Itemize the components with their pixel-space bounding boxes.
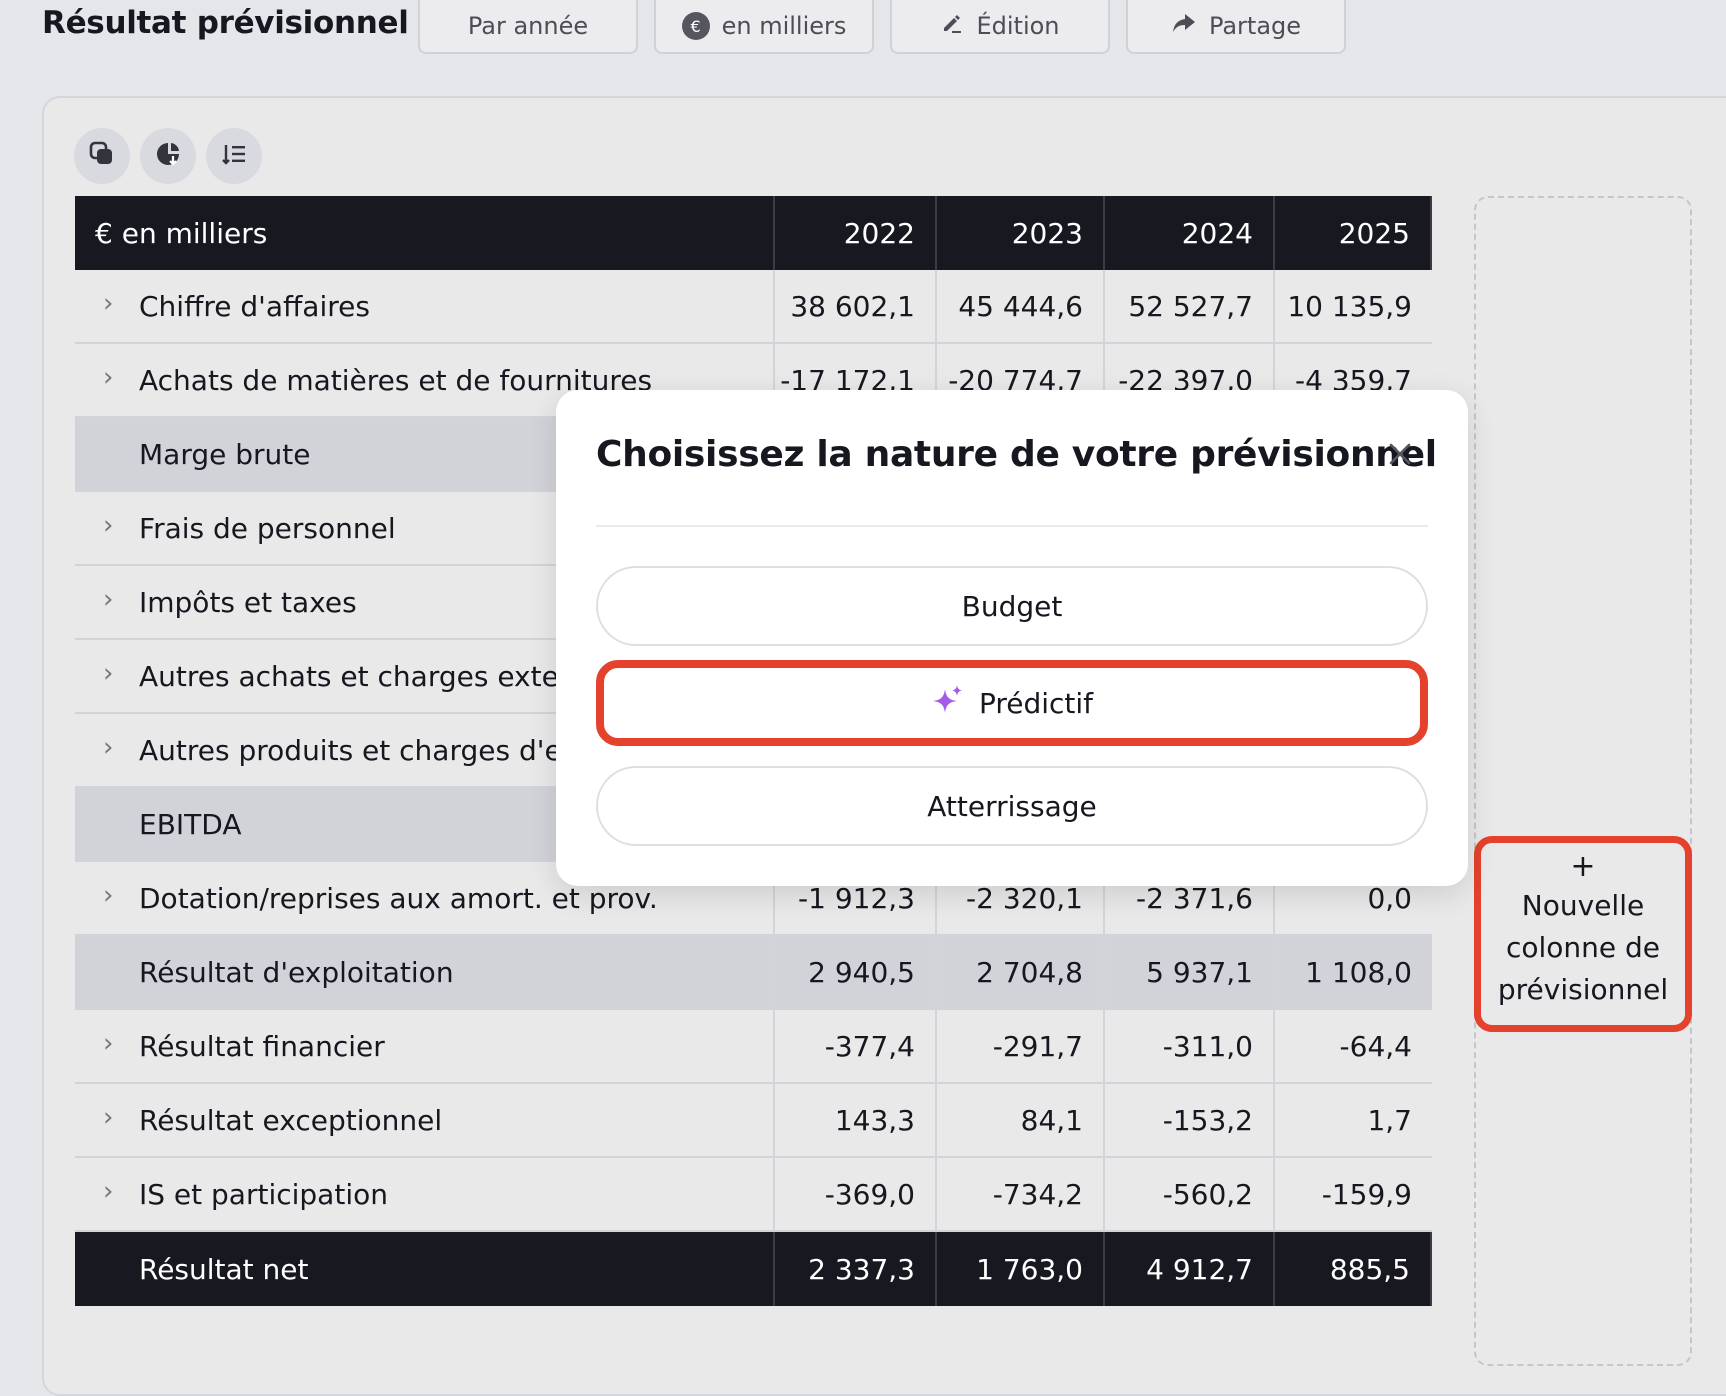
table-row-is-participation[interactable]: › IS et participation -369,0 -734,2 -560,2-…	[75, 1158, 1432, 1232]
table-row-resultat-net: Résultat net 2 337,3 1 763,0 4 912,7 885,5	[75, 1232, 1432, 1306]
new-forecast-column-button[interactable]: + Nouvelle colonne de prévisionnel	[1474, 836, 1692, 1032]
table-row-resultat-financier[interactable]: › Résultat financier -377,4 -291,7 -311,0 -6…	[75, 1010, 1432, 1084]
chevron-right-icon[interactable]: ›	[103, 289, 113, 319]
dialog-title: Choisissez la nature de votre prévisionn…	[596, 434, 1437, 475]
partage-button[interactable]: Partage	[1126, 0, 1346, 54]
table-row-resultat-exceptionnel[interactable]: › Résultat exceptionnel 143,3 84,1 -153,2 1,…	[75, 1084, 1432, 1158]
table-row-chiffre-affaires[interactable]: › Chiffre d'affaires 38 602,1 45 444,6 52 5…	[75, 270, 1432, 344]
chevron-right-icon[interactable]: ›	[103, 511, 113, 541]
par-annee-button[interactable]: Par année	[418, 0, 638, 54]
top-bar: Résultat prévisionnel Par année € en mil…	[0, 0, 1726, 60]
sort-list-icon	[220, 140, 248, 172]
header-year: 2024	[1105, 196, 1275, 270]
pencil-icon	[940, 11, 964, 41]
chart-download-icon	[154, 140, 182, 172]
chevron-right-icon[interactable]: ›	[103, 585, 113, 615]
export-chart-button[interactable]	[140, 128, 196, 184]
sort-button[interactable]	[206, 128, 262, 184]
euro-icon: €	[681, 12, 710, 40]
dialog-divider	[596, 525, 1428, 527]
add-column-dropzone	[1474, 196, 1692, 1366]
share-arrow-icon	[1171, 11, 1197, 41]
edition-label: Édition	[976, 12, 1060, 40]
atterrissage-option-button[interactable]: Atterrissage	[596, 766, 1428, 846]
table-header-row: € en milliers 2022 2023 2024 2025	[75, 196, 1432, 270]
chevron-right-icon[interactable]: ›	[103, 733, 113, 763]
close-icon[interactable]	[1382, 436, 1418, 472]
budget-option-button[interactable]: Budget	[596, 566, 1428, 646]
page-title: Résultat prévisionnel	[42, 5, 409, 41]
partage-label: Partage	[1208, 12, 1302, 40]
chevron-right-icon[interactable]: ›	[103, 1029, 113, 1059]
chevron-right-icon[interactable]: ›	[103, 363, 113, 393]
chevron-right-icon[interactable]: ›	[103, 1103, 113, 1133]
plus-icon: +	[1570, 849, 1596, 884]
en-milliers-label: en milliers	[721, 12, 847, 40]
predictif-option-button[interactable]: Prédictif	[596, 660, 1428, 746]
table-row-resultat-exploitation: Résultat d'exploitation 2 940,5 2 704,8 5 …	[75, 936, 1432, 1010]
par-annee-label: Par année	[467, 12, 589, 40]
chevron-right-icon[interactable]: ›	[103, 1177, 113, 1207]
header-year: 2022	[775, 196, 937, 270]
forecast-type-dialog: Choisissez la nature de votre prévisionn…	[556, 390, 1468, 886]
copy-button[interactable]	[74, 128, 130, 184]
header-year: 2025	[1275, 196, 1432, 270]
chevron-right-icon[interactable]: ›	[103, 659, 113, 689]
sparkle-icon	[931, 683, 965, 724]
chevron-right-icon[interactable]: ›	[103, 881, 113, 911]
header-unit-cell: € en milliers	[75, 196, 775, 270]
en-milliers-button[interactable]: € en milliers	[654, 0, 874, 54]
copy-icon	[88, 140, 116, 172]
edition-button[interactable]: Édition	[890, 0, 1110, 54]
header-year: 2023	[937, 196, 1105, 270]
